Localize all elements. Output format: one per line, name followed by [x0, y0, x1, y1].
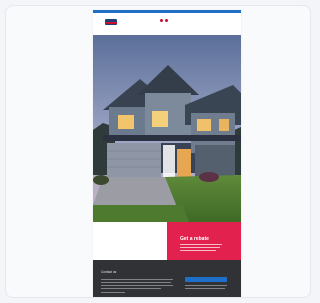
footer-text-line — [101, 288, 161, 289]
promo-text-line — [180, 247, 220, 248]
footer-text-line — [185, 288, 225, 289]
footer-text-line — [185, 285, 227, 286]
promo-text-line — [180, 244, 222, 245]
hero-house-image — [93, 35, 241, 222]
nav-icon-group — [160, 19, 168, 22]
main-navbar — [93, 13, 241, 35]
house-photo — [93, 35, 241, 222]
footer-text-line — [101, 279, 173, 280]
content-block — [93, 222, 167, 260]
footer-title: Contact us — [101, 270, 117, 274]
brand-logo[interactable] — [105, 19, 117, 25]
footer-text-line — [101, 282, 171, 283]
website-thumbnail[interactable]: Get a rebate Contact us — [93, 10, 241, 297]
menu-icon[interactable] — [165, 19, 168, 22]
promo-title: Get a rebate — [180, 236, 209, 242]
footer-text-line — [101, 285, 173, 286]
footer-text-line — [101, 292, 125, 293]
footer-cta-button[interactable] — [185, 277, 227, 282]
preview-card: Get a rebate Contact us — [5, 5, 311, 298]
promo-text-line — [180, 250, 216, 251]
search-icon[interactable] — [160, 19, 163, 22]
footer: Contact us — [93, 260, 241, 297]
rebate-promo[interactable]: Get a rebate — [167, 222, 241, 260]
